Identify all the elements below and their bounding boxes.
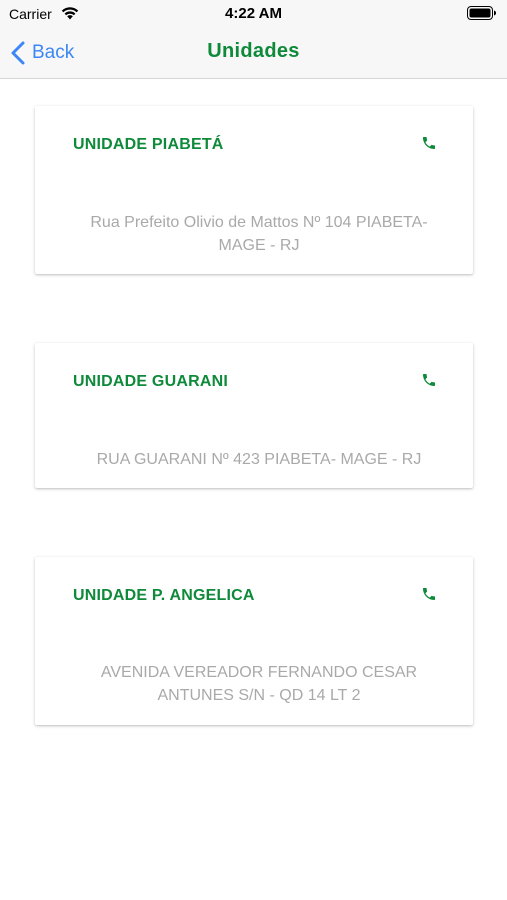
address-line: Rua Prefeito Olivio de Mattos Nº 104 PIA… (90, 214, 428, 231)
battery-icon (467, 6, 496, 20)
address-line: ANTUNES S/N - QD 14 LT 2 (157, 687, 361, 704)
unit-card[interactable]: UNIDADE P. ANGELICA AVENIDA VEREADOR FER… (35, 557, 473, 725)
status-time: 4:22 AM (225, 5, 282, 22)
page-title: Unidades (207, 40, 300, 62)
unit-name: UNIDADE P. ANGELICA (73, 587, 255, 604)
phone-icon[interactable] (421, 586, 437, 602)
status-bar: Carrier 4:22 AM (0, 0, 507, 28)
unit-name: UNIDADE GUARANI (73, 373, 228, 390)
unit-address: AVENIDA VEREADOR FERNANDO CESAR ANTUNES … (65, 661, 453, 707)
address-line: AVENIDA VEREADOR FERNANDO CESAR (100, 664, 418, 681)
unit-name: UNIDADE PIABETÁ (73, 136, 224, 153)
unit-card[interactable]: UNIDADE GUARANI RUA GUARANI Nº 423 PIABE… (35, 343, 473, 488)
unit-card[interactable]: UNIDADE PIABETÁ Rua Prefeito Olivio de M… (35, 106, 473, 274)
address-line: MAGE - RJ (218, 237, 300, 254)
phone-icon[interactable] (421, 372, 437, 388)
phone-icon[interactable] (421, 135, 437, 151)
unit-address: RUA GUARANI Nº 423 PIABETA- MAGE - RJ (65, 448, 453, 471)
address-line: RUA GUARANI Nº 423 PIABETA- MAGE - RJ (96, 451, 422, 468)
unit-address: Rua Prefeito Olivio de Mattos Nº 104 PIA… (65, 211, 453, 257)
navigation-bar: Back Unidades (0, 28, 507, 79)
